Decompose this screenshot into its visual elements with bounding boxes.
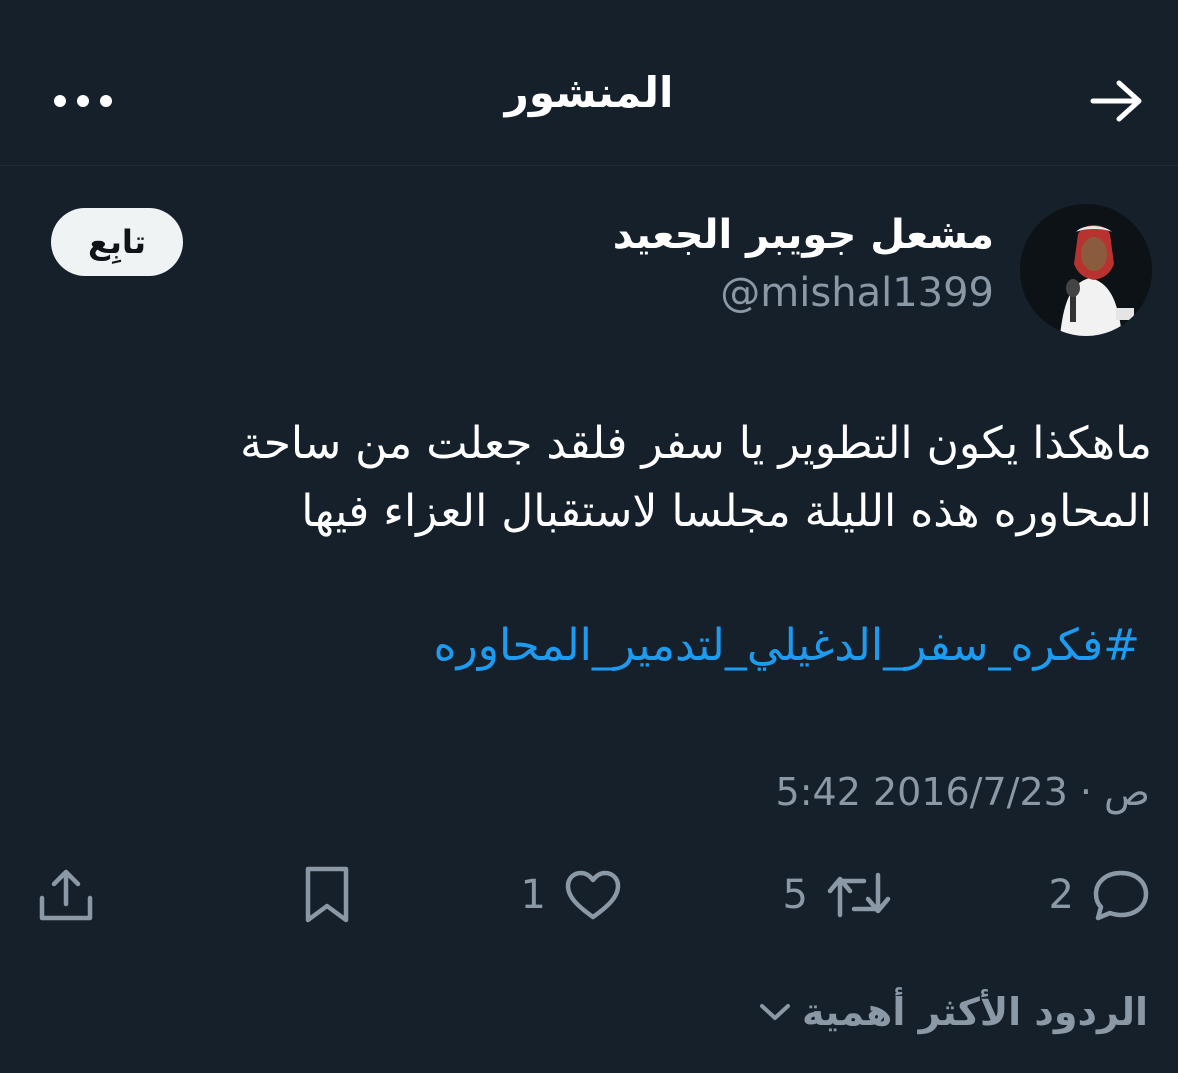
reply-icon xyxy=(1093,870,1149,921)
action-bar: 2 5 1 xyxy=(0,855,1178,935)
hashtag-link[interactable]: #فكره_سفر_الدغيلي_لتدمير_المحاوره xyxy=(433,620,1140,671)
like-count: 1 xyxy=(520,872,546,918)
replies-sort-label: الردود الأكثر أهمية xyxy=(802,990,1148,1034)
repost-count: 5 xyxy=(782,872,808,918)
author-name[interactable]: مشعل جويبر الجعيد xyxy=(613,212,994,258)
arrow-right-icon xyxy=(1090,80,1142,122)
like-button[interactable]: 1 xyxy=(521,855,622,935)
avatar[interactable] xyxy=(1020,204,1152,336)
heart-icon xyxy=(565,870,621,920)
follow-button[interactable]: تابِع xyxy=(51,208,183,276)
post-text: ماهكذا يكون التطوير يا سفر فلقد جعلت من … xyxy=(240,418,1152,537)
author-handle[interactable]: @mishal1399 xyxy=(720,270,994,316)
avatar-image xyxy=(1020,204,1152,336)
top-bar: المنشور xyxy=(0,0,1178,166)
chevron-down-icon xyxy=(758,1001,792,1023)
repost-icon xyxy=(827,872,891,918)
repost-button[interactable]: 5 xyxy=(783,855,892,935)
share-button[interactable] xyxy=(38,855,94,935)
post-timestamp[interactable]: 5:42 ص · 2016/7/23 xyxy=(776,770,1150,814)
bookmark-icon xyxy=(305,866,349,923)
reply-count: 2 xyxy=(1048,872,1074,918)
page-title: المنشور xyxy=(504,68,674,117)
reply-button[interactable]: 2 xyxy=(1049,855,1150,935)
bookmark-button[interactable] xyxy=(302,855,352,935)
back-button[interactable] xyxy=(1086,70,1148,132)
share-icon xyxy=(39,869,93,921)
replies-sort-dropdown[interactable]: الردود الأكثر أهمية xyxy=(758,990,1148,1034)
